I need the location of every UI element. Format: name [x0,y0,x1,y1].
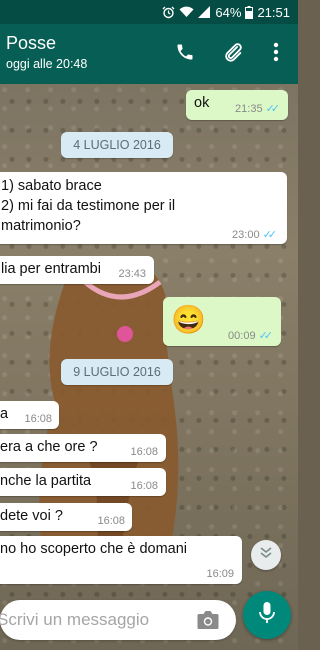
status-icons: 64% 21:51 [162,3,290,21]
camera-button[interactable] [196,609,220,636]
mic-icon [258,601,276,630]
signal-icon [198,6,211,18]
message-line: 2) mi fai da testimone per il [1,198,176,214]
date-separator: 9 LUGLIO 2016 [61,359,173,385]
message-time: 16:08 [130,446,158,458]
message-text: a [0,406,9,422]
mic-button[interactable] [243,591,291,639]
message-outgoing[interactable]: 😄 00:09 ✓✓ [163,297,281,346]
attach-icon [222,41,244,68]
message-incoming[interactable]: a 16:08 [0,401,59,429]
message-meta: 00:09 ✓✓ [228,329,274,342]
message-meta: 21:35 ✓✓ [235,102,281,115]
message-text: no ho scoperto che è domani [0,541,188,557]
double-check-icon: ✓✓ [262,229,278,241]
message-time: 23:43 [118,268,146,280]
alarm-icon [162,6,175,19]
status-bar: 64% 21:51 [0,0,298,24]
chat-title[interactable]: Posse [6,33,56,54]
message-input[interactable]: Scrivi un messaggio [0,600,236,640]
battery-icon [245,5,254,19]
double-check-icon: ✓✓ [265,103,281,115]
message-text: lia per entrambi [1,261,101,277]
message-line: matrimonio? [1,218,81,234]
chat-header: Posse oggi alle 20:48 [0,24,298,84]
message-line: 1) sabato brace [1,178,102,194]
clock: 21:51 [257,4,290,20]
message-incoming[interactable]: dete voi ? 16:08 [0,503,132,531]
message-time: 00:09 [228,330,256,342]
more-icon [273,42,279,67]
double-check-icon: ✓✓ [258,330,274,342]
message-time: 23:00 [232,229,260,241]
message-time: 16:09 [206,568,234,580]
message-input-placeholder: Scrivi un messaggio [0,610,150,629]
message-time: 21:35 [235,103,263,115]
last-seen: oggi alle 20:48 [6,57,88,71]
message-text: era a che ore ? [0,439,98,455]
message-time: 16:08 [130,480,158,492]
camera-icon [196,611,220,635]
message-text: ok [194,95,210,111]
message-incoming[interactable]: 1) sabato brace 2) mi fai da testimone p… [0,172,287,244]
scroll-to-bottom-button[interactable] [251,540,281,570]
message-meta: 23:00 ✓✓ [232,228,278,241]
call-button[interactable] [172,41,198,67]
emoji-smile: 😄 [171,304,206,335]
battery-percent: 64% [215,4,242,20]
message-incoming[interactable]: nche la partita 16:08 [0,468,166,496]
message-text: nche la partita [0,473,92,489]
wifi-icon [179,6,194,18]
more-options-button[interactable] [263,41,289,67]
message-text: dete voi ? [0,508,63,524]
phone-icon [175,42,195,67]
message-incoming[interactable]: era a che ore ? 16:08 [0,434,166,462]
chevron-down-icon [259,546,273,564]
attach-button[interactable] [220,41,246,67]
message-incoming[interactable]: no ho scoperto che è domani 16:09 [0,536,242,584]
chat-area[interactable]: ok 21:35 ✓✓ 4 LUGLIO 2016 1) sabato brace… [0,84,298,650]
message-incoming[interactable]: lia per entrambi 23:43 [0,256,154,284]
message-outgoing[interactable]: ok 21:35 ✓✓ [186,90,288,120]
message-time: 16:08 [24,413,52,425]
date-separator: 4 LUGLIO 2016 [61,132,173,158]
message-time: 16:08 [97,515,125,527]
